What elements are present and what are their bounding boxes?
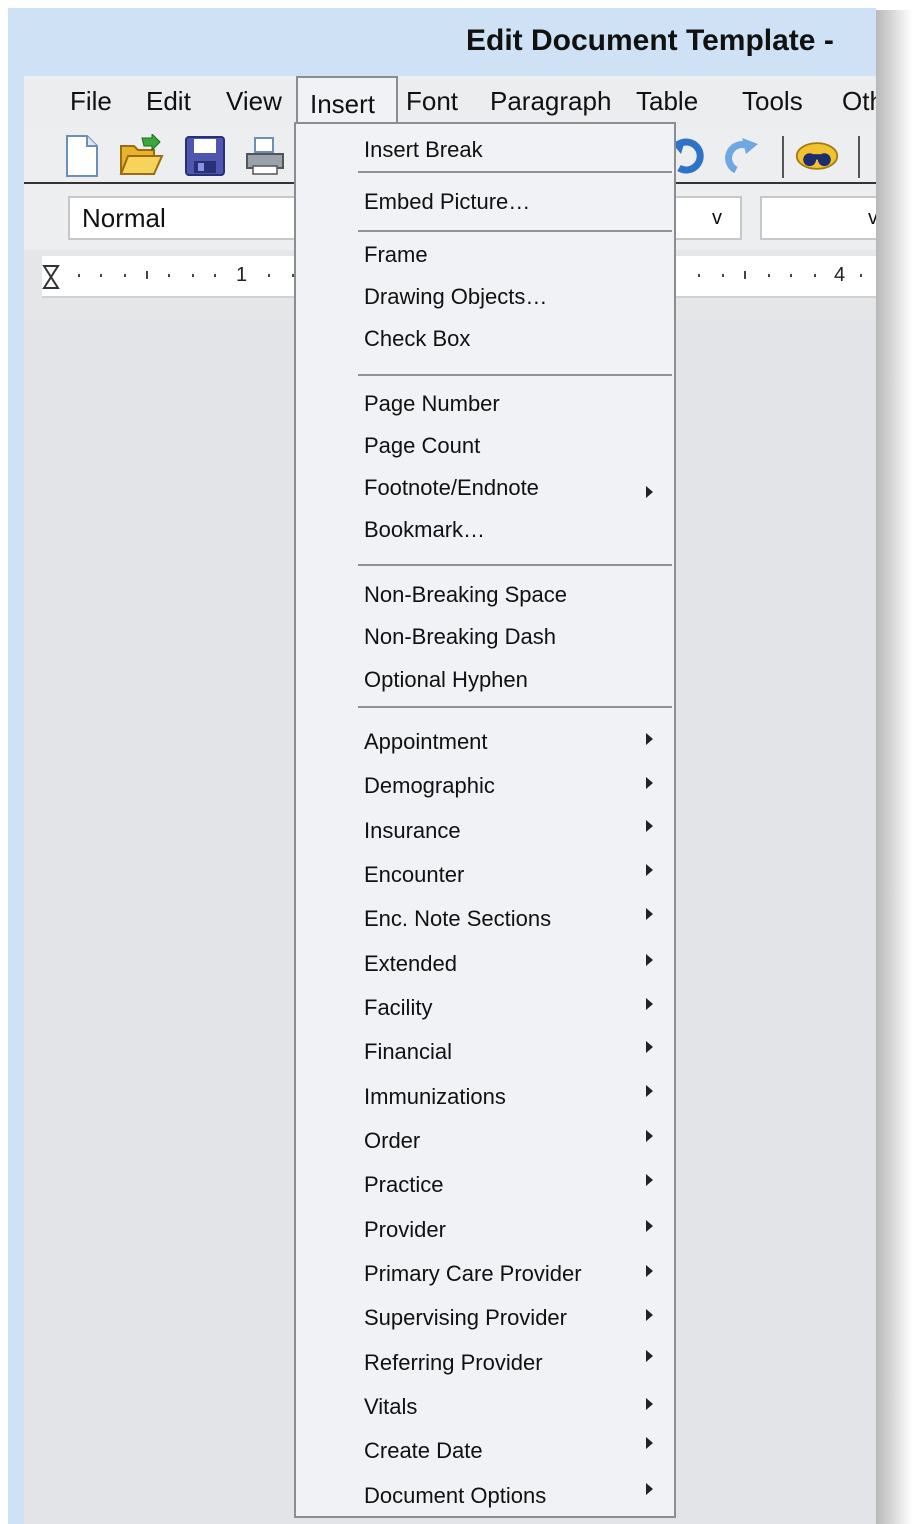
menu-item-embed-picture[interactable]: Embed Picture…: [364, 189, 530, 215]
insert-menu-dropdown: Insert Break Embed Picture… Frame Drawin…: [294, 122, 676, 1518]
submenu-arrow-icon: [646, 1483, 653, 1495]
menu-item-order[interactable]: Order: [364, 1128, 420, 1154]
menu-item-encounter[interactable]: Encounter: [364, 862, 464, 888]
menu-item-vitals[interactable]: Vitals: [364, 1394, 417, 1420]
submenu-arrow-icon: [646, 908, 653, 920]
submenu-arrow-icon: [646, 1130, 653, 1142]
menu-item-footnote-endnote[interactable]: Footnote/Endnote: [364, 475, 539, 501]
menu-item-supervising-provider[interactable]: Supervising Provider: [364, 1305, 567, 1331]
indent-marker-icon[interactable]: [42, 264, 60, 290]
menu-separator: [358, 564, 672, 566]
save-icon[interactable]: [182, 134, 228, 178]
print-icon[interactable]: [242, 134, 288, 178]
menu-tools[interactable]: Tools: [742, 86, 803, 117]
menu-item-page-number[interactable]: Page Number: [364, 391, 500, 417]
find-binoculars-icon[interactable]: [794, 134, 840, 178]
submenu-arrow-icon: [646, 864, 653, 876]
submenu-arrow-icon: [646, 486, 653, 498]
menu-item-drawing-objects[interactable]: Drawing Objects…: [364, 284, 547, 310]
menu-item-provider[interactable]: Provider: [364, 1217, 446, 1243]
submenu-arrow-icon: [646, 1350, 653, 1362]
menu-item-practice[interactable]: Practice: [364, 1172, 443, 1198]
window-shadow: [876, 10, 912, 1524]
menu-file[interactable]: File: [70, 86, 112, 117]
menu-item-demographic[interactable]: Demographic: [364, 773, 495, 799]
menu-item-financial[interactable]: Financial: [364, 1039, 452, 1065]
menu-insert[interactable]: Insert: [296, 76, 398, 128]
toolbar-separator: [782, 136, 784, 178]
menu-bar: File Edit View Insert Font Paragraph Tab…: [24, 76, 876, 128]
menu-separator: [358, 374, 672, 376]
submenu-arrow-icon: [646, 998, 653, 1010]
submenu-arrow-icon: [646, 820, 653, 832]
submenu-arrow-icon: [646, 1174, 653, 1186]
menu-item-non-breaking-space[interactable]: Non-Breaking Space: [364, 582, 567, 608]
submenu-arrow-icon: [646, 1398, 653, 1410]
menu-item-primary-care-provider[interactable]: Primary Care Provider: [364, 1261, 582, 1287]
menu-item-enc-note-sections[interactable]: Enc. Note Sections: [364, 906, 551, 932]
submenu-arrow-icon: [646, 733, 653, 745]
menu-paragraph[interactable]: Paragraph: [490, 86, 611, 117]
submenu-arrow-icon: [646, 1437, 653, 1449]
new-document-icon[interactable]: [58, 134, 104, 178]
menu-item-referring-provider[interactable]: Referring Provider: [364, 1350, 543, 1376]
ruler-number: 4: [834, 264, 846, 286]
menu-other[interactable]: Other: [842, 86, 876, 117]
submenu-arrow-icon: [646, 954, 653, 966]
menu-separator: [358, 171, 672, 173]
menu-item-immunizations[interactable]: Immunizations: [364, 1084, 506, 1110]
toolbar-separator: [858, 136, 860, 178]
menu-item-page-count[interactable]: Page Count: [364, 433, 480, 459]
menu-edit[interactable]: Edit: [146, 86, 191, 117]
font-size-select[interactable]: v: [760, 196, 876, 240]
menu-item-facility[interactable]: Facility: [364, 995, 432, 1021]
menu-table[interactable]: Table: [636, 86, 698, 117]
menu-font[interactable]: Font: [406, 86, 458, 117]
ruler-number: 1: [236, 264, 248, 286]
menu-item-check-box[interactable]: Check Box: [364, 326, 470, 352]
menu-item-bookmark[interactable]: Bookmark…: [364, 517, 485, 543]
menu-item-document-options[interactable]: Document Options: [364, 1483, 546, 1509]
menu-view[interactable]: View: [226, 86, 282, 117]
title-bar: Edit Document Template -: [8, 8, 876, 76]
paragraph-style-select[interactable]: Normal: [68, 196, 328, 240]
redo-icon[interactable]: [718, 134, 764, 178]
menu-separator: [358, 230, 672, 232]
submenu-arrow-icon: [646, 1041, 653, 1053]
open-folder-icon[interactable]: [118, 134, 164, 178]
submenu-arrow-icon: [646, 1265, 653, 1277]
submenu-arrow-icon: [646, 777, 653, 789]
menu-item-insert-break[interactable]: Insert Break: [364, 137, 483, 163]
window-title: Edit Document Template -: [466, 24, 834, 57]
submenu-arrow-icon: [646, 1220, 653, 1232]
menu-item-frame[interactable]: Frame: [364, 242, 428, 268]
submenu-arrow-icon: [646, 1085, 653, 1097]
menu-item-extended[interactable]: Extended: [364, 951, 457, 977]
submenu-arrow-icon: [646, 1309, 653, 1321]
menu-item-appointment[interactable]: Appointment: [364, 729, 488, 755]
menu-item-non-breaking-dash[interactable]: Non-Breaking Dash: [364, 624, 556, 650]
menu-separator: [358, 706, 672, 708]
menu-item-create-date[interactable]: Create Date: [364, 1438, 483, 1464]
menu-item-optional-hyphen[interactable]: Optional Hyphen: [364, 667, 528, 693]
font-select[interactable]: v: [668, 196, 742, 240]
menu-item-insurance[interactable]: Insurance: [364, 818, 461, 844]
